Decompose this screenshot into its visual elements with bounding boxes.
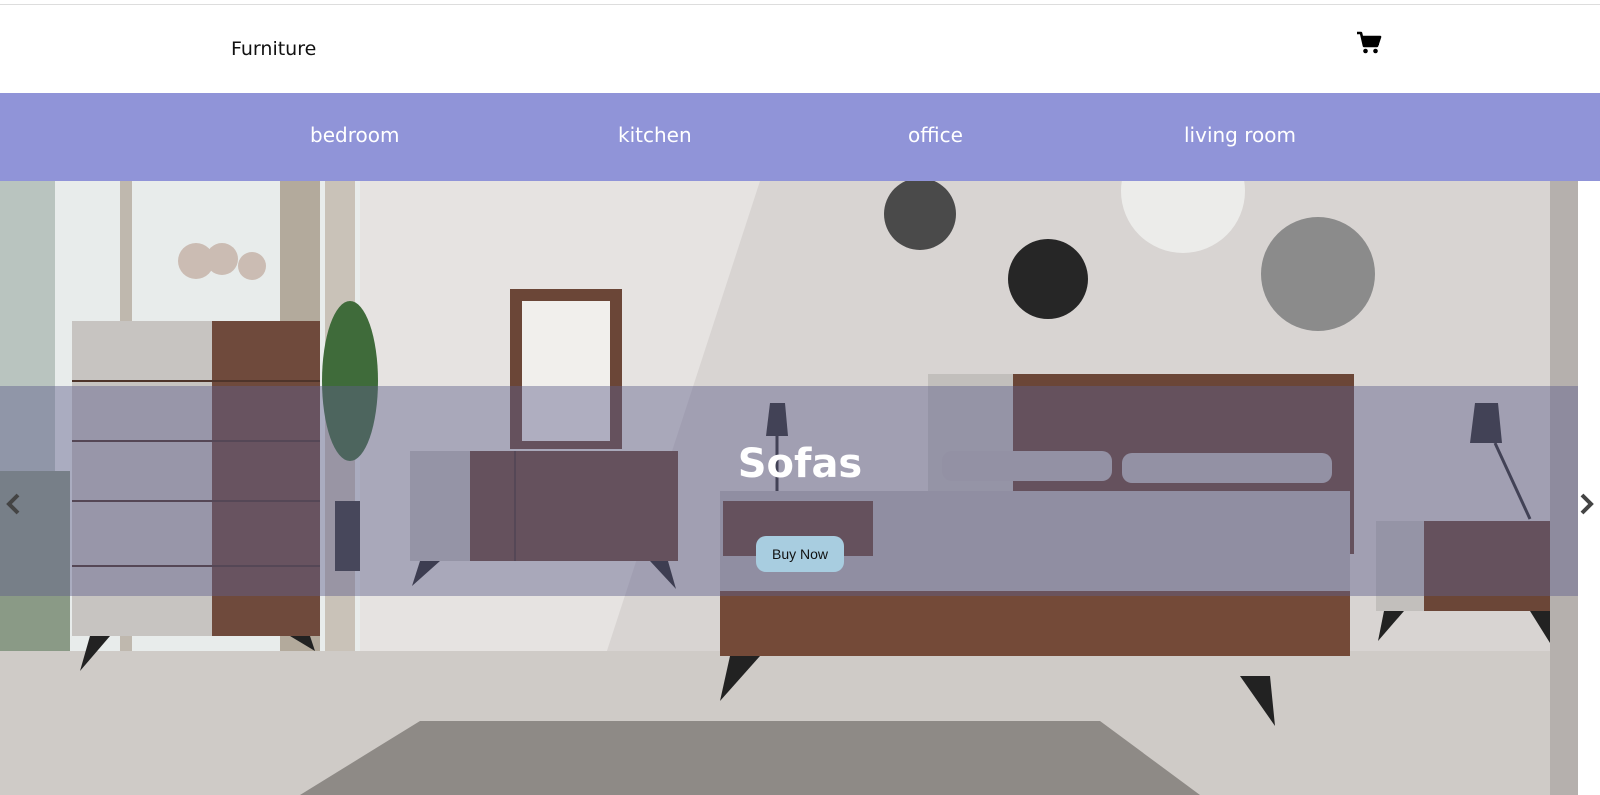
nav-item-living-room[interactable]: living room: [1184, 123, 1296, 147]
shopping-cart-icon[interactable]: [1356, 31, 1382, 55]
hero-carousel: Sofas Buy Now: [0, 181, 1578, 795]
brand-logo-text[interactable]: Furniture: [231, 38, 316, 60]
nav-item-bedroom[interactable]: bedroom: [310, 123, 399, 147]
hero-title: Sofas: [737, 441, 863, 487]
nav-item-kitchen[interactable]: kitchen: [618, 123, 692, 147]
site-header: Furniture: [0, 5, 1600, 93]
buy-now-button[interactable]: Buy Now: [756, 536, 844, 572]
chevron-right-icon[interactable]: [1578, 492, 1596, 516]
hero-caption-overlay: Sofas Buy Now: [0, 386, 1578, 596]
nav-item-office[interactable]: office: [908, 123, 963, 147]
chevron-left-icon[interactable]: [4, 492, 22, 516]
category-nav: bedroom kitchen office living room: [0, 93, 1600, 181]
